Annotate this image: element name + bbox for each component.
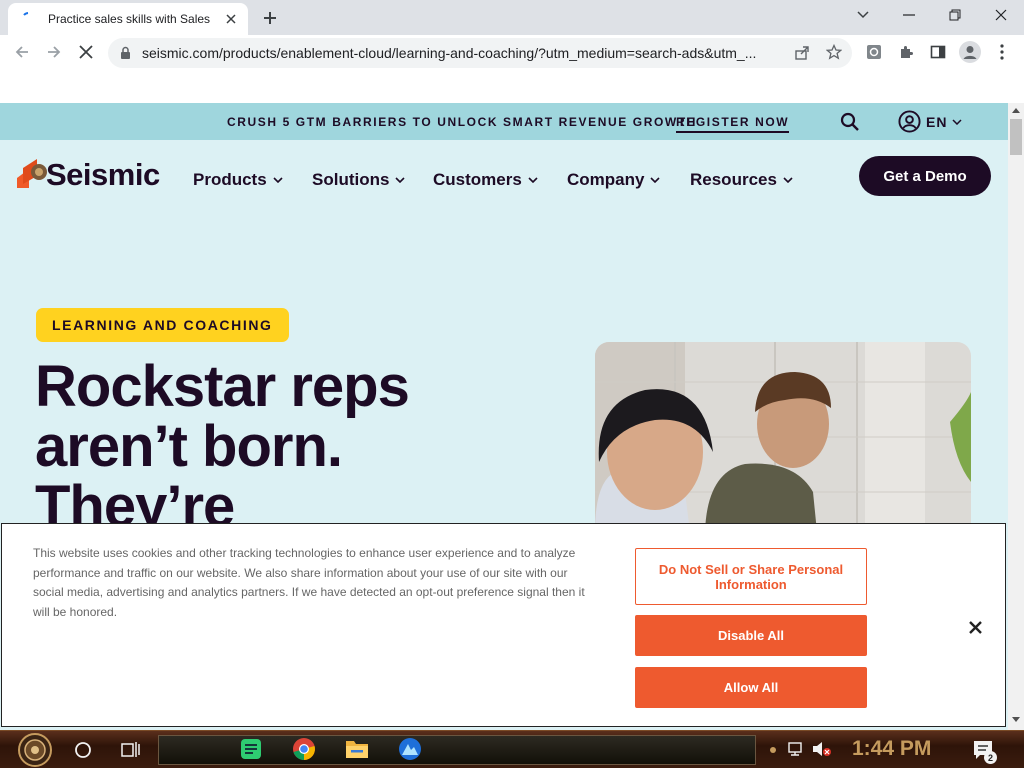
page-scrollbar[interactable] [1008,103,1024,730]
side-panel-icon[interactable] [924,38,952,66]
eyebrow-tag: LEARNING AND COACHING [36,308,289,342]
nav-solutions[interactable]: Solutions [312,170,406,190]
headline-line: aren’t born. [35,414,343,479]
scroll-up-icon[interactable] [1012,107,1020,113]
notes-app-icon[interactable] [240,738,262,765]
chrome-icon[interactable] [292,737,316,766]
scrollbar-thumb[interactable] [1010,119,1022,155]
show-hidden-icons-icon[interactable] [768,743,778,762]
nav-products-label: Products [193,170,267,189]
nav-customers[interactable]: Customers [433,170,538,190]
scroll-down-icon[interactable] [1012,717,1020,723]
volume-muted-icon[interactable] [812,741,832,762]
browser-toolbar: seismic.com/products/enablement-cloud/le… [0,35,1024,70]
banner-text: CRUSH 5 GTM BARRIERS TO UNLOCK SMART REV… [227,115,698,129]
app-icon[interactable] [398,737,422,766]
address-bar[interactable]: seismic.com/products/enablement-cloud/le… [108,38,852,68]
clock[interactable]: 1:44 PM [852,737,931,761]
promo-banner: CRUSH 5 GTM BARRIERS TO UNLOCK SMART REV… [0,103,1008,140]
nav-resources-label: Resources [690,170,777,189]
close-icon[interactable] [960,612,990,642]
chevron-down-icon [783,177,793,183]
language-label: EN [926,113,948,130]
nav-solutions-label: Solutions [312,170,390,189]
cookie-notice-text: This website uses cookies and other trac… [33,546,585,619]
lock-icon[interactable] [120,46,131,65]
close-tab-icon[interactable] [222,10,240,28]
get-a-demo-button[interactable]: Get a Demo [859,156,991,196]
chevron-down-icon [395,177,406,183]
notification-count-badge: 2 [984,751,997,764]
logo-wordmark[interactable]: Seismic [46,157,160,193]
file-explorer-icon[interactable] [345,738,369,765]
extension-icon[interactable] [860,38,888,66]
task-view-icon[interactable] [121,741,140,763]
do-not-sell-button[interactable]: Do Not Sell or Share Personal Informatio… [635,548,867,605]
stop-loading-button[interactable] [72,38,100,66]
disable-all-button[interactable]: Disable All [635,615,867,656]
taskbar: 1:44 PM 2 [0,730,1024,768]
share-icon[interactable] [794,45,810,66]
hero-photo [595,342,971,532]
restore-button[interactable] [932,0,978,30]
main-nav: Seismic Products Solutions Customers Com… [0,140,1008,220]
search-circle-icon[interactable] [74,741,92,764]
back-button[interactable] [8,38,36,66]
browser-tab[interactable]: Practice sales skills with Sales [8,3,248,35]
headline-line: Rockstar reps [35,354,410,419]
chevron-down-icon [952,118,962,125]
extensions-puzzle-icon[interactable] [892,38,920,66]
minimize-button[interactable] [886,0,932,30]
tab-title: Practice sales skills with Sales [48,12,211,26]
nav-company[interactable]: Company [567,170,661,190]
new-tab-button[interactable] [258,7,282,29]
tab-search-icon[interactable] [840,0,886,30]
loading-spinner-icon [20,11,36,27]
forward-button[interactable] [40,38,68,66]
chevron-down-icon [528,177,538,183]
search-icon[interactable] [840,112,860,137]
network-icon[interactable] [788,741,806,762]
close-window-button[interactable] [978,0,1024,30]
register-now-link[interactable]: REGISTER NOW [676,115,790,133]
cookie-consent-dialog: This website uses cookies and other trac… [1,523,1006,727]
hero-headline: Rockstar reps aren’t born. They’re [35,354,410,537]
profile-avatar[interactable] [956,38,984,66]
browser-tab-strip: Practice sales skills with Sales [0,0,1024,35]
start-button[interactable] [12,733,58,772]
user-circle-icon [898,110,921,133]
nav-company-label: Company [567,170,645,189]
nav-resources[interactable]: Resources [690,170,793,190]
chevron-down-icon [273,177,283,183]
browser-menu-icon[interactable] [988,38,1016,66]
allow-all-button[interactable]: Allow All [635,667,867,708]
language-selector[interactable]: EN [898,110,962,133]
url-text: seismic.com/products/enablement-cloud/le… [142,45,757,61]
bookmark-star-icon[interactable] [825,43,843,65]
chevron-down-icon [650,177,661,183]
nav-customers-label: Customers [433,170,522,189]
nav-products[interactable]: Products [193,170,283,190]
